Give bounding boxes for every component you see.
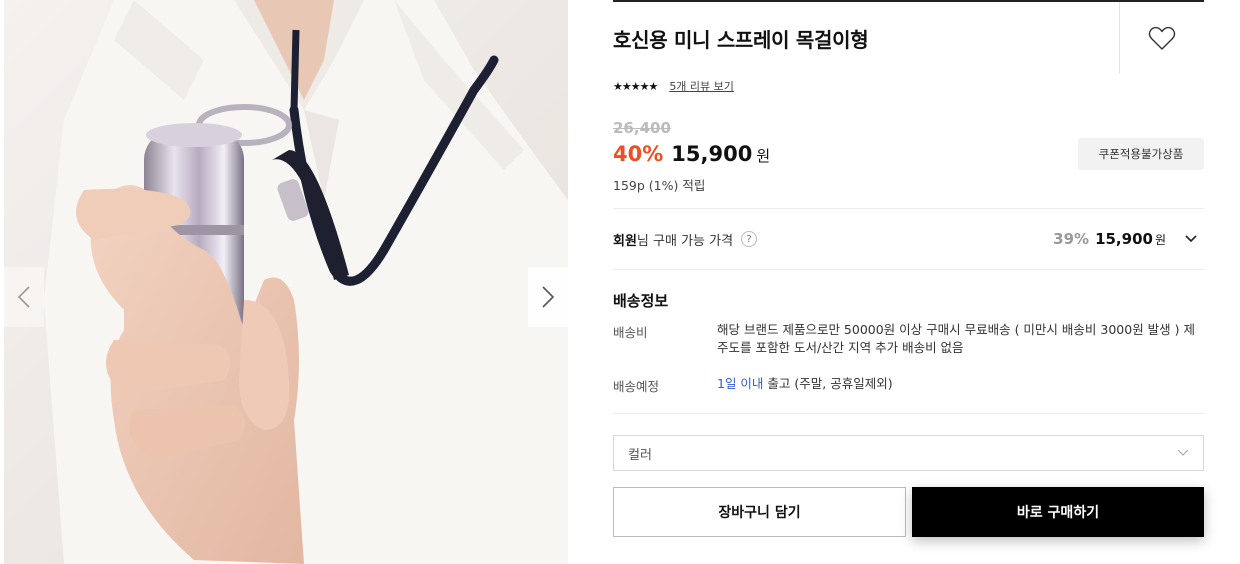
shipping-heading: 배송정보 xyxy=(613,292,669,310)
chevron-down-icon xyxy=(1177,449,1189,456)
color-option-select[interactable]: 컬러 xyxy=(613,435,1204,471)
review-summary: ★★★★★ 5개 리뷰 보기 xyxy=(613,78,734,94)
gallery-prev-button[interactable] xyxy=(4,267,44,327)
chevron-right-icon xyxy=(542,286,555,308)
member-price-row[interactable]: 회원님 구매 가능 가격 ? 39% 15,900 원 xyxy=(613,209,1204,269)
chevron-left-icon xyxy=(17,286,30,308)
sale-price: 15,900 xyxy=(671,142,753,166)
add-to-cart-button[interactable]: 장바구니 담기 xyxy=(613,487,906,537)
member-currency-unit: 원 xyxy=(1154,232,1166,247)
color-option-placeholder: 컬러 xyxy=(628,447,652,463)
divider xyxy=(613,269,1204,270)
shipping-fee-label: 배송비 xyxy=(613,325,648,340)
rating-stars: ★★★★★ xyxy=(613,79,658,93)
member-price-label: 회원님 구매 가능 가격 ? xyxy=(613,230,758,249)
member-label-bold: 회원 xyxy=(613,233,637,249)
shipping-eta-label: 배송예정 xyxy=(613,379,660,394)
shipping-eta-text: 1일 이내 출고 (주말, 공휴일제외) xyxy=(717,375,1197,393)
divider xyxy=(613,413,1204,414)
wishlist-button[interactable] xyxy=(1119,2,1204,74)
original-price: 26,400 xyxy=(613,119,671,137)
buy-now-button[interactable]: 바로 구매하기 xyxy=(912,487,1204,537)
shipping-eta-highlight: 1일 이내 xyxy=(717,376,764,391)
reward-points: 159p (1%) 적립 xyxy=(613,178,706,193)
review-link[interactable]: 5개 리뷰 보기 xyxy=(669,78,734,94)
member-price: 15,900 xyxy=(1095,230,1153,248)
currency-unit: 원 xyxy=(756,147,771,165)
shipping-eta-rest: 출고 (주말, 공휴일제외) xyxy=(763,376,893,391)
member-discount-rate: 39% xyxy=(1053,230,1090,248)
price-row: 40% 15,900 원 xyxy=(613,142,770,166)
product-title: 호신용 미니 스프레이 목걸이형 xyxy=(613,28,869,52)
shipping-fee-text: 해당 브랜드 제품으로만 50000원 이상 구매시 무료배송 ( 미만시 배송… xyxy=(717,322,1195,355)
top-divider xyxy=(613,0,1204,2)
heart-outline-icon xyxy=(1148,26,1176,50)
gallery-next-button[interactable] xyxy=(528,267,568,327)
member-label-rest: 님 구매 가능 가격 xyxy=(636,233,734,249)
chevron-down-icon[interactable] xyxy=(1184,234,1198,244)
coupon-unavailable-badge: 쿠폰적용불가상품 xyxy=(1078,138,1204,170)
product-photo xyxy=(4,0,568,564)
help-icon[interactable]: ? xyxy=(741,231,758,247)
discount-rate: 40% xyxy=(613,142,664,166)
product-info-panel: 호신용 미니 스프레이 목걸이형 ★★★★★ 5개 리뷰 보기 26,400 4… xyxy=(613,0,1204,564)
product-image-gallery[interactable] xyxy=(4,0,568,564)
member-price-value: 39% 15,900 원 xyxy=(1053,230,1204,248)
